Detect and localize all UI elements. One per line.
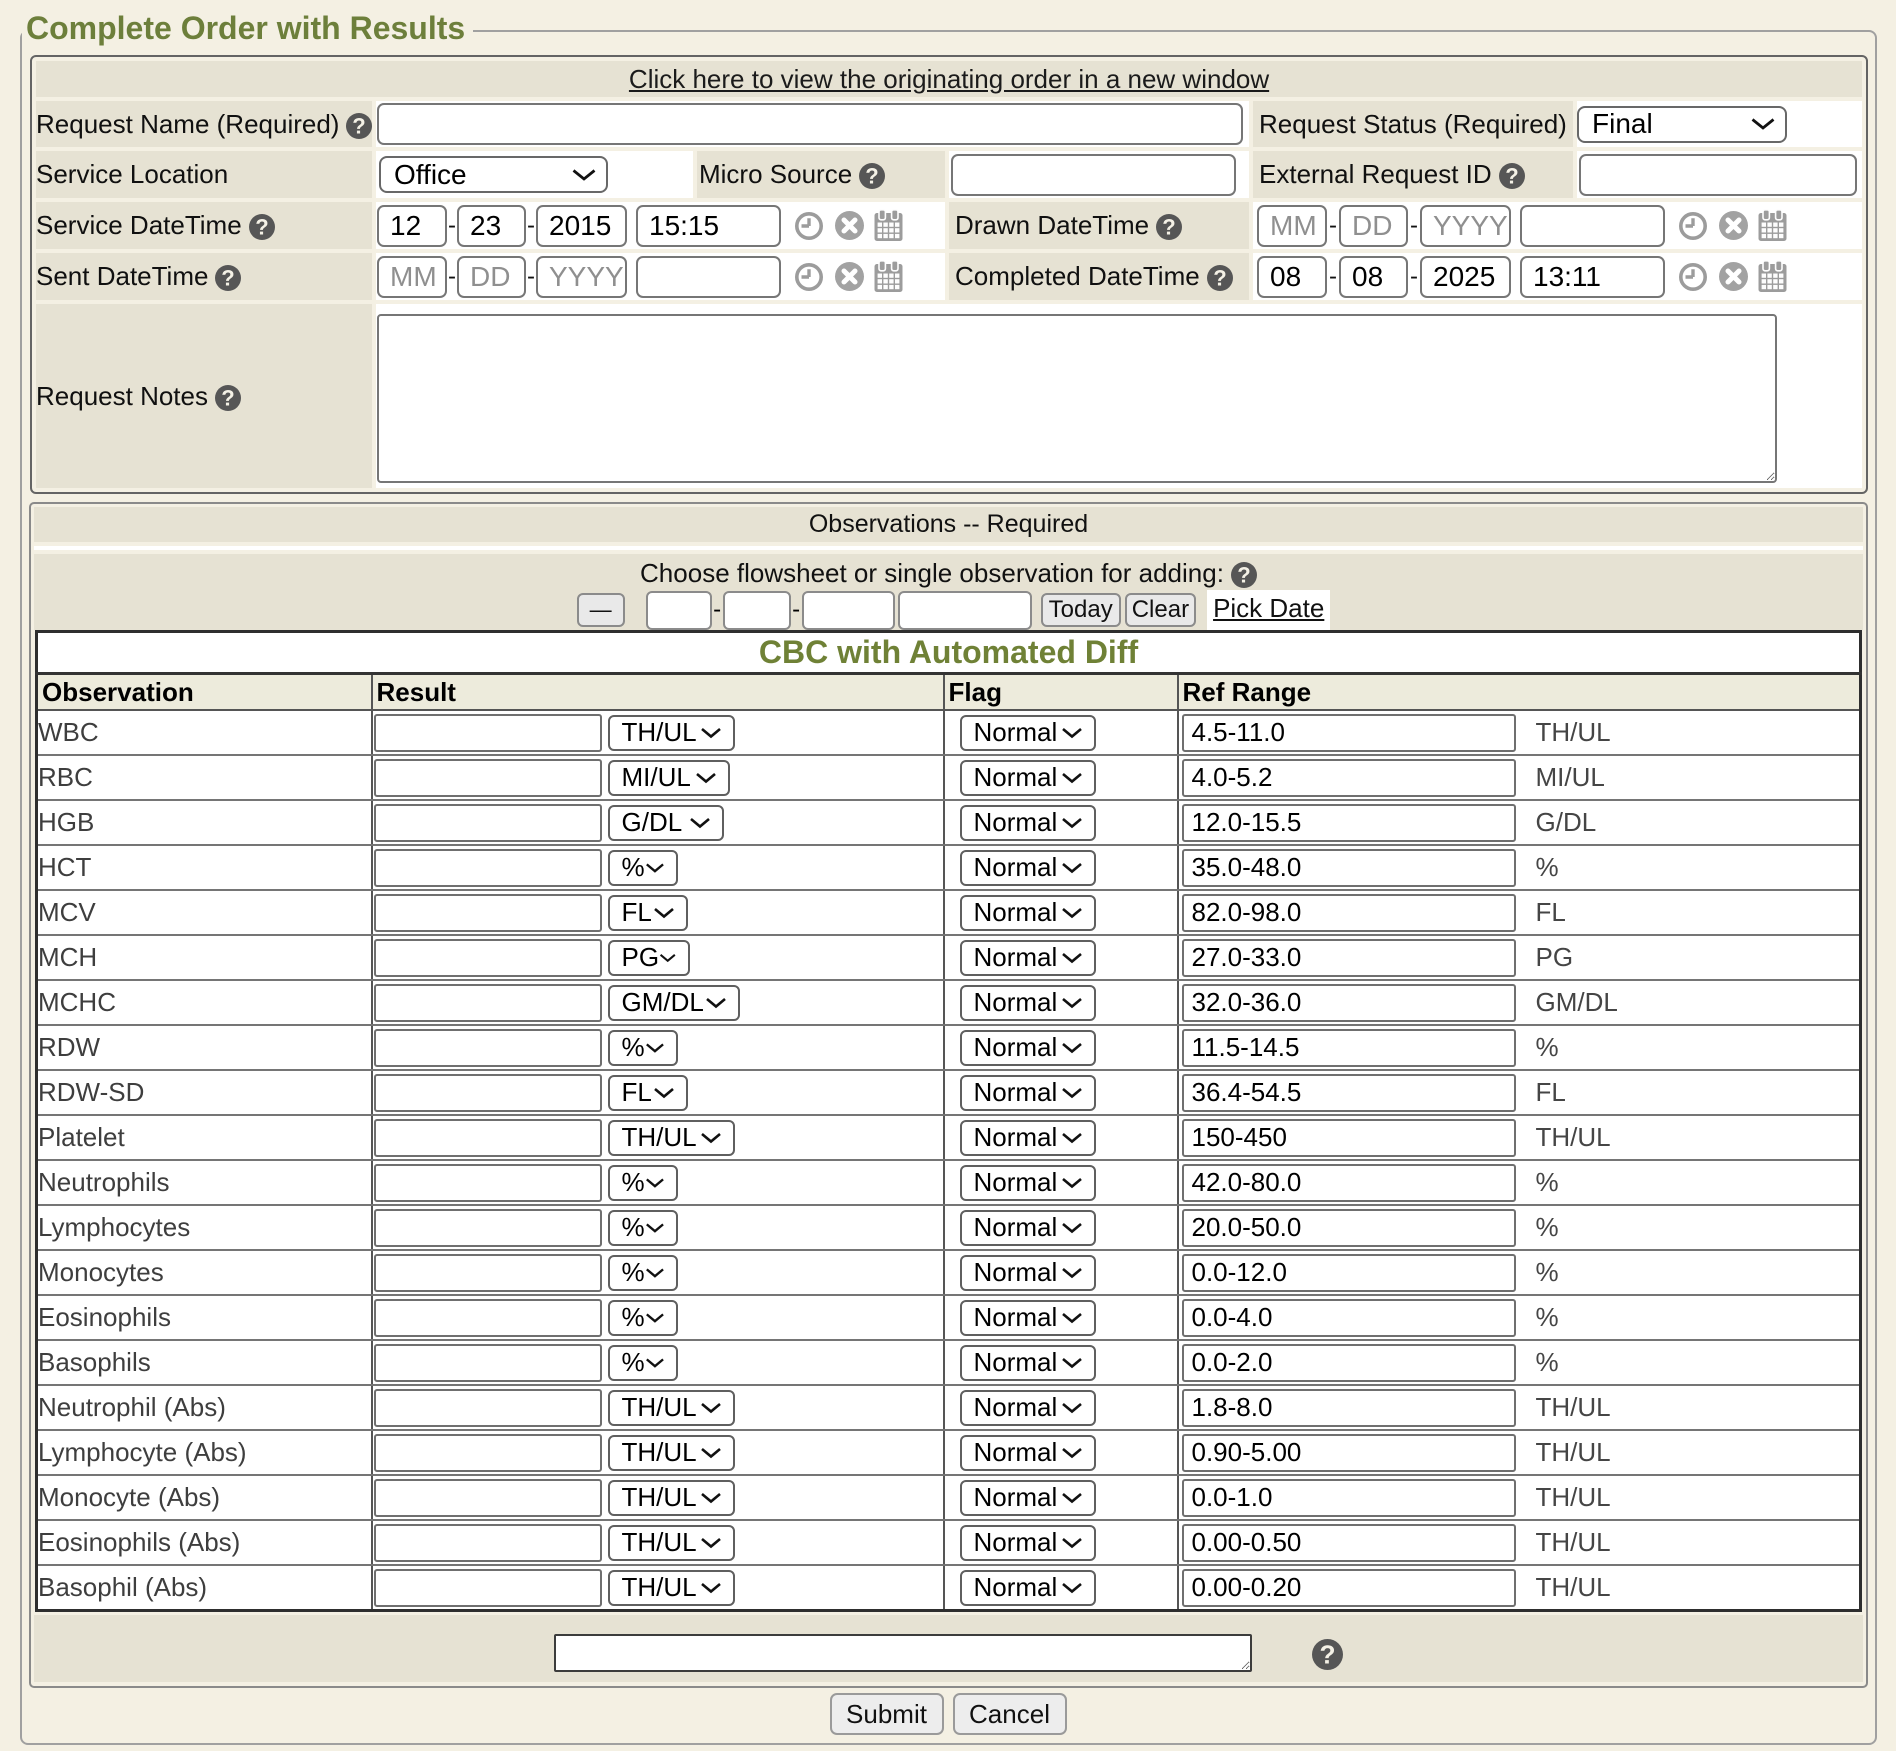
svg-text:?: ?: [1237, 563, 1250, 588]
svg-text:?: ?: [1505, 164, 1518, 189]
svg-text:?: ?: [1162, 215, 1175, 240]
svg-text:?: ?: [221, 385, 234, 410]
svg-text:?: ?: [222, 266, 235, 291]
svg-text:?: ?: [1213, 266, 1226, 291]
svg-text:?: ?: [255, 215, 268, 240]
svg-text:?: ?: [865, 164, 878, 189]
svg-text:?: ?: [1319, 1639, 1335, 1669]
svg-text:?: ?: [353, 113, 366, 138]
